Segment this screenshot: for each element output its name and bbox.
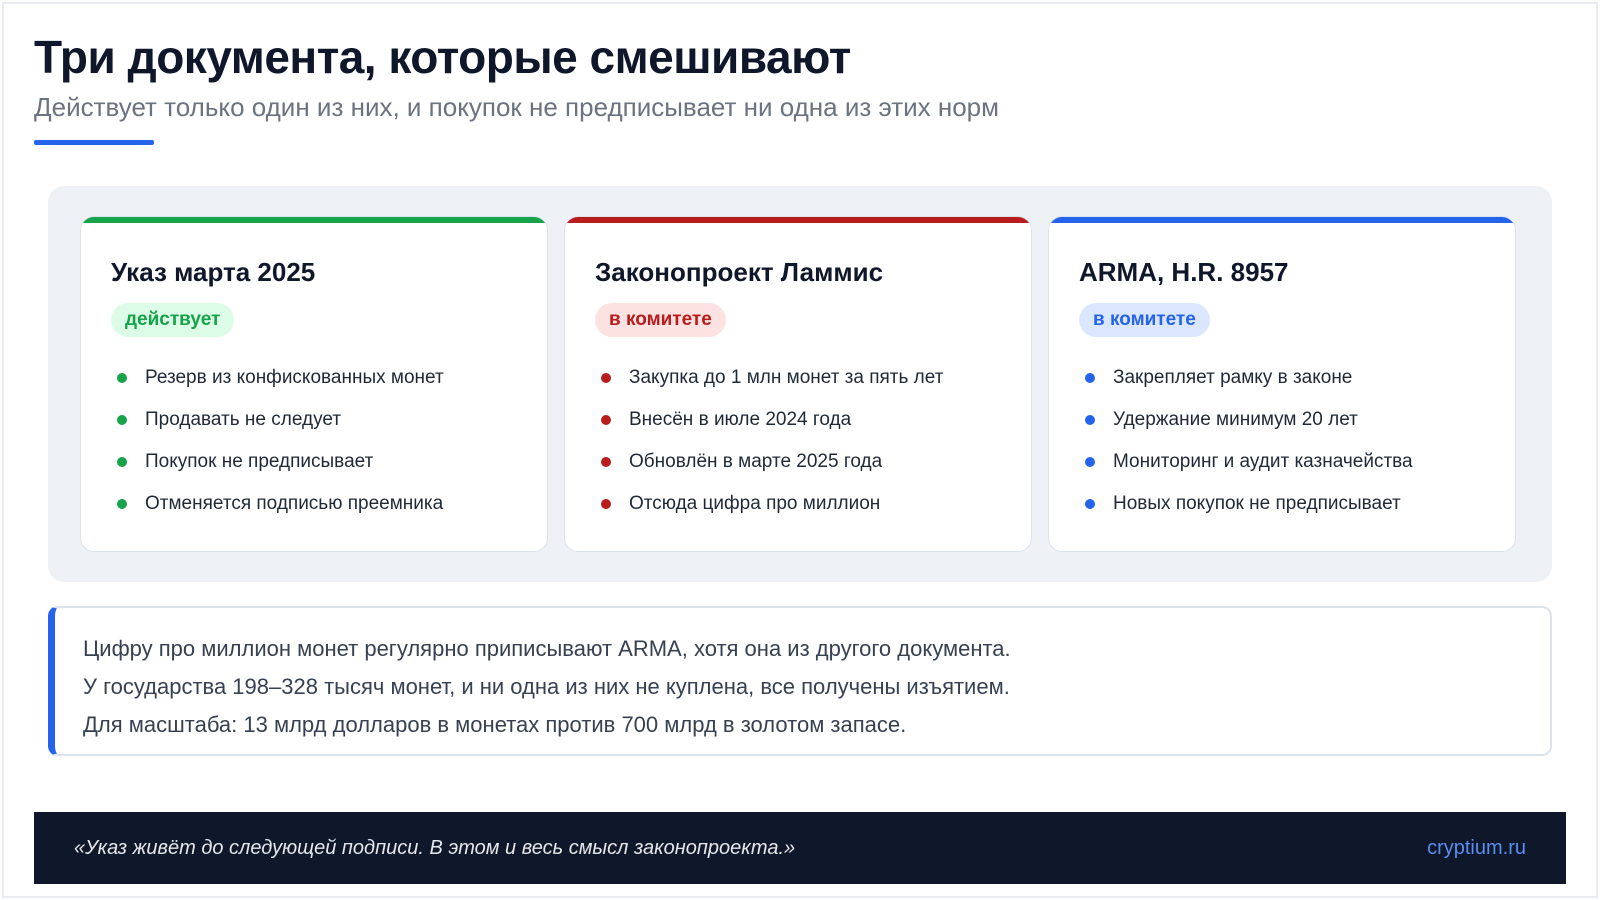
card-arma-act: ARMA, H.R. 8957 в комитете Закрепляет ра… — [1048, 216, 1516, 552]
list-item-text: Продавать не следует — [145, 409, 342, 430]
footer-bar: «Указ живёт до следующей подписи. В этом… — [34, 812, 1566, 884]
list-item-text: Отменяется подписью преемника — [145, 493, 444, 514]
bullet-dot-icon — [1085, 457, 1095, 467]
list-item: Отсюда цифра про миллион — [601, 483, 943, 525]
card-top-bar — [81, 217, 547, 223]
page-title: Три документа, которые смешивают — [34, 31, 851, 83]
card-title: Законопроект Ламмис — [595, 257, 884, 287]
card-list: Закрепляет рамку в законе Удержание мини… — [1085, 357, 1413, 525]
card-top-bar — [565, 217, 1031, 223]
list-item-text: Резерв из конфискованных монет — [145, 367, 444, 388]
list-item-text: Мониторинг и аудит казначейства — [1113, 451, 1413, 472]
card-title: Указ марта 2025 — [111, 257, 316, 287]
cards-panel: Указ марта 2025 действует Резерв из конф… — [48, 186, 1552, 582]
list-item: Отменяется подписью преемника — [117, 483, 444, 525]
title-accent-line — [34, 140, 154, 145]
list-item: Новых покупок не предписывает — [1085, 483, 1413, 525]
list-item-text: Внесён в июле 2024 года — [629, 409, 852, 430]
bullet-dot-icon — [1085, 373, 1095, 383]
bullet-dot-icon — [1085, 415, 1095, 425]
list-item-text: Удержание минимум 20 лет — [1113, 409, 1358, 430]
list-item-text: Новых покупок не предписывает — [1113, 493, 1401, 514]
note-callout: Цифру про миллион монет регулярно припис… — [48, 606, 1552, 756]
card-top-bar — [1049, 217, 1515, 223]
bullet-dot-icon — [601, 457, 611, 467]
status-badge: действует — [111, 303, 235, 337]
list-item: Покупок не предписывает — [117, 441, 444, 483]
bullet-dot-icon — [117, 373, 127, 383]
bullet-dot-icon — [601, 415, 611, 425]
list-item-text: Отсюда цифра про миллион — [629, 493, 881, 514]
list-item: Продавать не следует — [117, 399, 444, 441]
list-item: Обновлён в марте 2025 года — [601, 441, 943, 483]
list-item: Мониторинг и аудит казначейства — [1085, 441, 1413, 483]
bullet-dot-icon — [117, 457, 127, 467]
card-list: Резерв из конфискованных монет Продавать… — [117, 357, 444, 525]
bullet-dot-icon — [117, 499, 127, 509]
list-item: Закрепляет рамку в законе — [1085, 357, 1413, 399]
list-item-text: Обновлён в марте 2025 года — [629, 451, 883, 472]
list-item: Закупка до 1 млн монет за пять лет — [601, 357, 943, 399]
note-line: Для масштаба: 13 млрд долларов в монетах… — [83, 712, 907, 737]
footer-site-link[interactable]: cryptium.ru — [1427, 812, 1526, 884]
list-item: Резерв из конфискованных монет — [117, 357, 444, 399]
card-list: Закупка до 1 млн монет за пять лет Внесё… — [601, 357, 943, 525]
list-item-text: Закупка до 1 млн монет за пять лет — [629, 367, 944, 388]
bullet-dot-icon — [601, 373, 611, 383]
note-line: У государства 198–328 тысяч монет, и ни … — [83, 674, 1010, 699]
status-badge: в комитете — [1079, 303, 1210, 337]
note-line: Цифру про миллион монет регулярно припис… — [83, 636, 1011, 661]
list-item-text: Закрепляет рамку в законе — [1113, 367, 1353, 388]
footer-quote: «Указ живёт до следующей подписи. В этом… — [74, 837, 796, 859]
list-item-text: Покупок не предписывает — [145, 451, 374, 472]
status-badge: в комитете — [595, 303, 726, 337]
card-executive-order: Указ марта 2025 действует Резерв из конф… — [80, 216, 548, 552]
list-item: Внесён в июле 2024 года — [601, 399, 943, 441]
card-title: ARMA, H.R. 8957 — [1079, 257, 1289, 287]
bullet-dot-icon — [117, 415, 127, 425]
page-subtitle: Действует только один из них, и покупок … — [34, 92, 1000, 122]
bullet-dot-icon — [601, 499, 611, 509]
card-lummis-bill: Законопроект Ламмис в комитете Закупка д… — [564, 216, 1032, 552]
bullet-dot-icon — [1085, 499, 1095, 509]
list-item: Удержание минимум 20 лет — [1085, 399, 1413, 441]
